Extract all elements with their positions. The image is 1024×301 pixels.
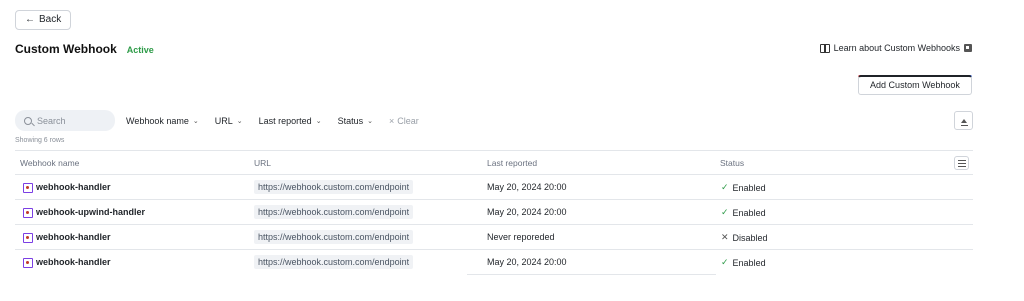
last-reported-cell: May 20, 2024 20:00 [487, 207, 567, 217]
clear-icon: × [388, 115, 395, 126]
status-text: Enabled [732, 182, 766, 193]
title-row: Custom Webhook Active [15, 42, 154, 56]
webhook-icon [22, 257, 33, 268]
table-row[interactable]: webhook-handler https://webhook.custom.c… [15, 250, 973, 275]
status-cell: ✕ Disabled [721, 232, 768, 243]
column-header-webhook-name[interactable]: Webhook name [20, 158, 79, 168]
url-tag: https://webhook.custom.com/endpoint [254, 255, 414, 269]
url-cell: https://webhook.custom.com/endpoint [254, 255, 414, 271]
webhook-icon [22, 182, 33, 193]
row-count: Showing 6 rows [15, 137, 65, 144]
column-header-last-reported[interactable]: Last reported [487, 158, 537, 168]
webhook-icon [22, 232, 33, 243]
clear-filters-button[interactable]: × Clear [389, 116, 419, 126]
check-icon: ✓ [721, 182, 729, 192]
last-reported-cell: May 20, 2024 20:00 [487, 182, 567, 192]
webhooks-table: Webhook name URL Last reported Status we… [15, 150, 973, 275]
webhook-name: webhook-upwind-handler [36, 207, 145, 217]
x-icon: ✕ [721, 232, 729, 242]
status-text: Enabled [732, 207, 766, 218]
webhook-name-cell: webhook-handler [22, 182, 111, 193]
column-header-status[interactable]: Status [720, 158, 744, 168]
last-reported-cell: May 20, 2024 20:00 [487, 257, 567, 267]
url-cell: https://webhook.custom.com/endpoint [254, 230, 414, 246]
url-cell: https://webhook.custom.com/endpoint [254, 205, 414, 221]
divider [467, 274, 716, 275]
search-input[interactable]: Search [15, 110, 115, 131]
chevron-down-icon: ⌄ [192, 117, 199, 125]
url-tag: https://webhook.custom.com/endpoint [254, 180, 414, 194]
filter-label: Last reported [258, 115, 312, 126]
url-cell: https://webhook.custom.com/endpoint [254, 180, 414, 196]
add-custom-webhook-button[interactable]: Add Custom Webhook [858, 75, 972, 95]
download-button[interactable] [954, 111, 973, 130]
filter-label: URL [214, 115, 233, 126]
search-icon [24, 116, 32, 125]
chevron-down-icon: ⌄ [236, 117, 243, 125]
webhook-name: webhook-handler [36, 257, 111, 267]
filter-status[interactable]: Status ⌄ [338, 116, 373, 126]
webhook-name-cell: webhook-upwind-handler [22, 207, 145, 218]
column-settings-icon[interactable] [954, 156, 969, 170]
search-placeholder: Search [37, 115, 66, 126]
webhook-page: ← Back Custom Webhook Active Learn about… [0, 0, 1024, 301]
status-cell: ✓ Enabled [721, 182, 766, 193]
book-icon [819, 44, 830, 53]
download-icon-base [961, 125, 968, 126]
filter-last-reported[interactable]: Last reported ⌄ [259, 116, 322, 126]
webhook-name-cell: webhook-handler [22, 232, 111, 243]
table-row[interactable]: webhook-handler https://webhook.custom.c… [15, 175, 973, 200]
chevron-down-icon: ⌄ [367, 117, 373, 125]
filter-label: Webhook name [126, 115, 189, 126]
download-icon [960, 118, 967, 123]
status-badge: Active [126, 45, 154, 55]
column-header-url[interactable]: URL [254, 158, 271, 168]
table-row[interactable]: webhook-upwind-handler https://webhook.c… [15, 200, 973, 225]
table-header: Webhook name URL Last reported Status [15, 150, 973, 175]
table-row[interactable]: webhook-handler https://webhook.custom.c… [15, 225, 973, 250]
check-icon: ✓ [721, 207, 729, 217]
learn-link-label: Learn about Custom Webhooks [833, 43, 960, 53]
learn-link[interactable]: Learn about Custom Webhooks [819, 43, 972, 53]
last-reported-cell: Never reporeded [487, 232, 555, 242]
filter-url[interactable]: URL ⌄ [215, 116, 243, 126]
webhook-name: webhook-handler [36, 232, 111, 242]
back-label: Back [39, 14, 62, 25]
filter-label: Status [337, 115, 364, 126]
check-icon: ✓ [721, 257, 729, 267]
page-title: Custom Webhook [15, 42, 117, 56]
clear-label: Clear [397, 115, 419, 126]
webhook-name-cell: webhook-handler [22, 257, 111, 268]
webhook-name: webhook-handler [36, 182, 111, 192]
filter-bar: Search Webhook name ⌄ URL ⌄ Last reporte… [15, 110, 419, 131]
url-tag: https://webhook.custom.com/endpoint [254, 230, 414, 244]
arrow-left-icon: ← [25, 14, 35, 25]
back-button[interactable]: ← Back [15, 10, 72, 30]
external-link-icon [964, 44, 972, 52]
url-tag: https://webhook.custom.com/endpoint [254, 205, 414, 219]
chevron-down-icon: ⌄ [315, 117, 322, 125]
webhook-icon [22, 207, 33, 218]
status-cell: ✓ Enabled [721, 207, 766, 218]
filter-webhook-name[interactable]: Webhook name ⌄ [126, 116, 199, 126]
status-text: Enabled [732, 257, 766, 268]
status-cell: ✓ Enabled [721, 257, 766, 268]
status-text: Disabled [732, 232, 768, 243]
